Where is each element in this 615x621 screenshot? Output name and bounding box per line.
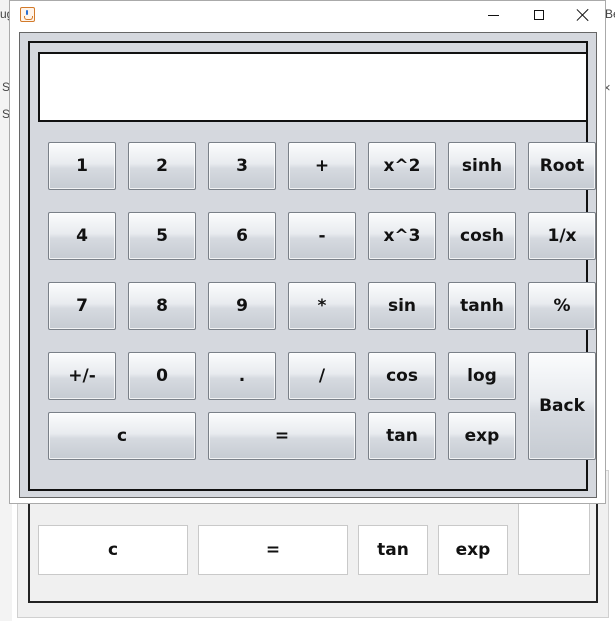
log-button[interactable]: log	[448, 352, 516, 400]
maximize-button[interactable]	[516, 1, 562, 29]
background-equals-button: =	[198, 525, 348, 575]
tanh-button[interactable]: tanh	[448, 282, 516, 330]
digit-0-button[interactable]: 0	[128, 352, 196, 400]
cosh-button[interactable]: cosh	[448, 212, 516, 260]
multiply-button[interactable]: *	[288, 282, 356, 330]
plus-button[interactable]: +	[288, 142, 356, 190]
tan-button[interactable]: tan	[368, 412, 436, 460]
clear-button[interactable]: c	[48, 412, 196, 460]
sin-button[interactable]: sin	[368, 282, 436, 330]
equals-button[interactable]: =	[208, 412, 356, 460]
decimal-button[interactable]: .	[208, 352, 276, 400]
background-text-fragment: Be	[605, 7, 615, 21]
digit-2-button[interactable]: 2	[128, 142, 196, 190]
percent-button[interactable]: %	[528, 282, 596, 330]
minus-button[interactable]: -	[288, 212, 356, 260]
title-bar[interactable]	[10, 1, 605, 31]
square-button[interactable]: x^2	[368, 142, 436, 190]
digit-8-button[interactable]: 8	[128, 282, 196, 330]
maximize-icon	[534, 10, 544, 20]
minimize-button[interactable]	[470, 1, 516, 29]
cube-button[interactable]: x^3	[368, 212, 436, 260]
close-icon	[576, 8, 590, 22]
background-clear-button: c	[38, 525, 188, 575]
close-button[interactable]	[560, 1, 606, 29]
digit-9-button[interactable]: 9	[208, 282, 276, 330]
digit-7-button[interactable]: 7	[48, 282, 116, 330]
sinh-button[interactable]: sinh	[448, 142, 516, 190]
root-button[interactable]: Root	[528, 142, 596, 190]
plus-minus-button[interactable]: +/-	[48, 352, 116, 400]
reciprocal-button[interactable]: 1/x	[528, 212, 596, 260]
calculator-window: 1 2 3 + x^2 sinh Root 4 5 6 - x^3 cosh 1…	[9, 0, 606, 504]
exp-button[interactable]: exp	[448, 412, 516, 460]
java-coffee-icon	[20, 7, 35, 22]
divide-button[interactable]: /	[288, 352, 356, 400]
calculator-display[interactable]	[38, 52, 588, 122]
digit-4-button[interactable]: 4	[48, 212, 116, 260]
cos-button[interactable]: cos	[368, 352, 436, 400]
minimize-icon	[487, 14, 499, 16]
digit-5-button[interactable]: 5	[128, 212, 196, 260]
digit-3-button[interactable]: 3	[208, 142, 276, 190]
background-exp-button: exp	[438, 525, 508, 575]
digit-6-button[interactable]: 6	[208, 212, 276, 260]
calculator-panel: 1 2 3 + x^2 sinh Root 4 5 6 - x^3 cosh 1…	[19, 32, 597, 498]
background-tan-button: tan	[358, 525, 428, 575]
back-button[interactable]: Back	[528, 352, 596, 460]
digit-1-button[interactable]: 1	[48, 142, 116, 190]
